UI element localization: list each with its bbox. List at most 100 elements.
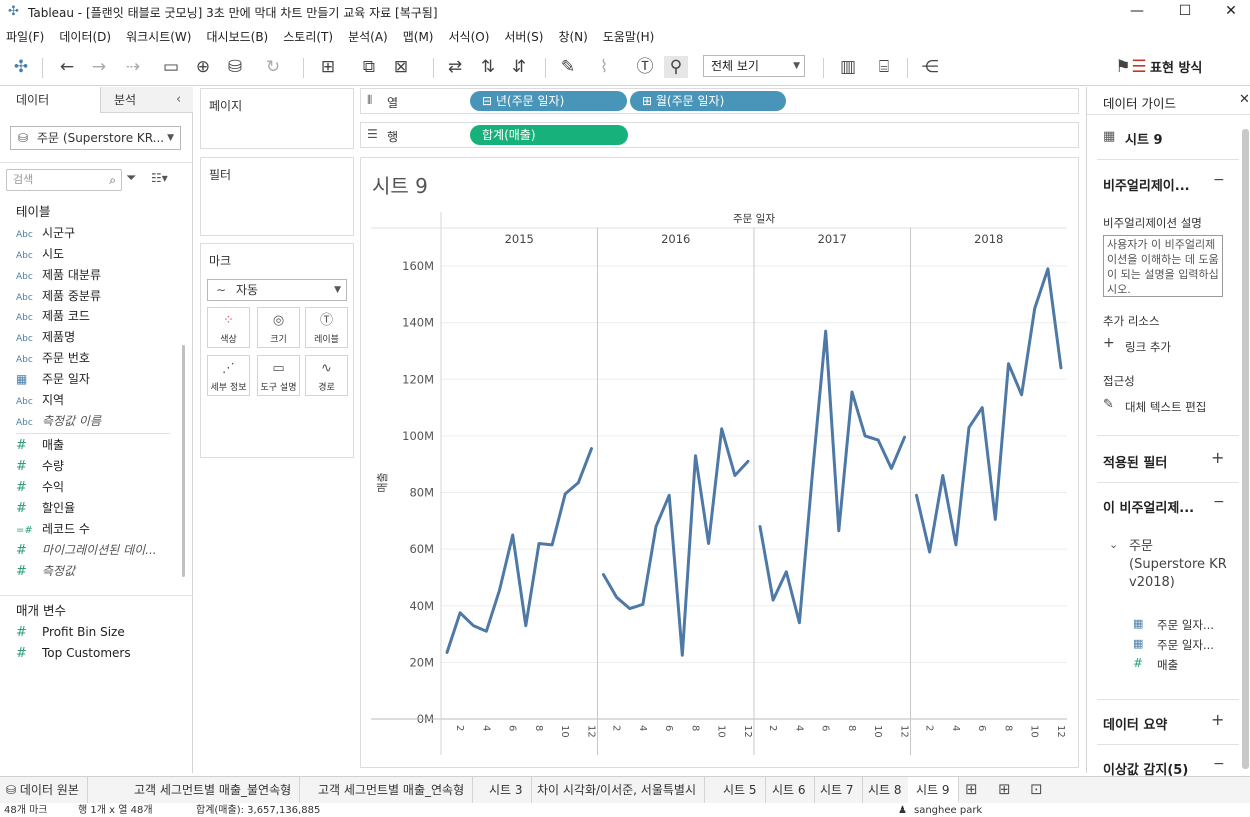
chevron-down-icon[interactable]: ⌄ <box>1109 538 1118 551</box>
scrollbar[interactable] <box>182 345 185 577</box>
data-summary-title[interactable]: 데이터 요약 <box>1103 714 1167 733</box>
field-parameter[interactable]: # Profit Bin Size <box>16 622 125 642</box>
line-chart[interactable]: 주문 일자0M20M40M60M80M100M120M140M160M매출201… <box>361 158 1078 767</box>
viz-description-input[interactable]: 사용자가 이 비주얼리제이션을 이해하는 데 도움이 되는 설명을 입력하십시오… <box>1103 235 1223 297</box>
filter-icon[interactable]: ⏷ <box>126 171 136 186</box>
view-list-icon[interactable]: ☷▾ <box>151 171 168 185</box>
field-dimension[interactable]: Abc 측정값 이름 <box>16 411 101 431</box>
tab-datasource[interactable]: ⛁ 데이터 원본 <box>0 777 88 803</box>
save-icon[interactable]: ▭ <box>160 56 182 78</box>
close-icon[interactable]: ✕ <box>1239 92 1250 107</box>
field-dimension[interactable]: Abc 제품 중분류 <box>16 286 101 306</box>
swap-icon[interactable]: ⇄ <box>444 56 466 78</box>
field-dimension[interactable]: Abc 제품 대분류 <box>16 265 101 285</box>
collapse-pane-icon[interactable]: ‹ <box>176 92 181 107</box>
field-dimension[interactable]: ▦ 주문 일자 <box>16 369 90 389</box>
label-button[interactable]: Ⓣ 레이블 <box>305 307 348 348</box>
new-worksheet-icon[interactable]: ⊞ <box>965 780 978 798</box>
sheet-tab[interactable]: 시트 7 <box>812 777 863 803</box>
field-measure[interactable]: # 수익 <box>16 477 64 497</box>
menu-help[interactable]: 도움말(H) <box>603 28 655 45</box>
month-order-date-pill[interactable]: ⊞ 월(주문 일자) <box>630 91 786 111</box>
field-measure[interactable]: # 할인율 <box>16 498 75 518</box>
sort-ascending-icon[interactable]: ⇅ <box>477 56 499 78</box>
field-dimension[interactable]: Abc 시도 <box>16 244 64 264</box>
tableau-home-icon[interactable]: ✣ <box>10 56 32 78</box>
menu-window[interactable]: 창(N) <box>558 28 587 45</box>
minimize-button[interactable]: — <box>1114 0 1160 24</box>
sort-descending-icon[interactable]: ⇵ <box>508 56 530 78</box>
close-button[interactable]: ✕ <box>1208 0 1250 24</box>
path-button[interactable]: ∿ 경로 <box>305 355 348 396</box>
sum-sales-pill[interactable]: 합계(매출) <box>470 125 628 145</box>
field-dimension[interactable]: Abc 제품명 <box>16 327 75 347</box>
color-button[interactable]: ⁘ 색상 <box>207 307 250 348</box>
field-dimension[interactable]: Abc 주문 번호 <box>16 348 90 368</box>
this-viz-title[interactable]: 이 비주얼리제... <box>1103 497 1194 516</box>
new-dashboard-icon[interactable]: ⊞ <box>998 780 1011 798</box>
field-measure[interactable]: =# 레코드 수 <box>16 519 90 539</box>
applied-filters-title[interactable]: 적용된 필터 <box>1103 452 1167 471</box>
pages-card[interactable]: 페이지 <box>200 88 354 149</box>
sheet-tab[interactable]: 시트 8 <box>860 777 911 803</box>
field-dimension[interactable]: Abc 시군구 <box>16 223 75 243</box>
mark-type-select[interactable]: ∼ 자동 ▼ <box>207 279 347 301</box>
sheet-tab[interactable]: 고객 세그먼트별 매출_연속형 <box>310 777 474 803</box>
datasource-select[interactable]: ⛁ 주문 (Superstore KR... ▼ <box>10 126 181 150</box>
add-link-button[interactable]: 링크 추가 <box>1125 339 1171 355</box>
edit-alt-text-button[interactable]: 대체 텍스트 편집 <box>1125 399 1206 415</box>
undo-icon[interactable]: ← <box>56 56 78 78</box>
tab-data[interactable]: 데이터 <box>0 87 101 113</box>
scrollbar[interactable] <box>1242 129 1249 769</box>
collapse-icon[interactable]: − <box>1213 172 1225 188</box>
sheet-tab-active[interactable]: 시트 9 <box>908 777 959 803</box>
plus-icon[interactable]: + <box>1211 448 1224 467</box>
menu-worksheet[interactable]: 워크시트(W) <box>126 28 191 45</box>
new-datasource-icon[interactable]: ⊕ <box>192 56 214 78</box>
search-input[interactable]: 검색 ⌕ <box>6 169 122 191</box>
chart-options-icon[interactable]: ▥ <box>833 56 863 78</box>
size-button[interactable]: ◎ 크기 <box>257 307 300 348</box>
labels-icon[interactable]: Ⓣ <box>634 56 656 78</box>
replace-data-icon[interactable]: ⇢ <box>118 56 148 78</box>
status-user[interactable]: sanghee park <box>914 804 982 817</box>
field-measure[interactable]: # 마이그레이션된 데이... <box>16 540 157 560</box>
presentation-icon[interactable]: ⌸ <box>873 56 895 78</box>
viz-section-title[interactable]: 비주얼리제이... <box>1103 175 1190 194</box>
highlight-icon[interactable]: ✎ <box>557 56 579 78</box>
pin-icon[interactable]: ⚲ <box>664 56 688 78</box>
menu-file[interactable]: 파일(F) <box>6 28 44 45</box>
show-me-button[interactable]: 표현 방식 <box>1150 57 1202 76</box>
clear-sheet-icon[interactable]: ⊠ <box>389 56 413 78</box>
datasource-icon[interactable]: ⛁ <box>224 56 246 78</box>
menu-data[interactable]: 데이터(D) <box>59 28 111 45</box>
field-measure[interactable]: # 매출 <box>16 435 64 455</box>
filters-card[interactable]: 필터 <box>200 157 354 236</box>
sheet-tab[interactable]: 고객 세그먼트별 매출_불연속형 <box>126 777 301 803</box>
menu-dashboard[interactable]: 대시보드(B) <box>206 28 268 45</box>
new-worksheet-icon[interactable]: ⊞ <box>316 56 340 78</box>
sheet-tab[interactable]: 시트 6 <box>764 777 815 803</box>
menu-analysis[interactable]: 분석(A) <box>348 28 388 45</box>
field-parameter[interactable]: # Top Customers <box>16 643 131 663</box>
detail-button[interactable]: ⋰ 세부 정보 <box>207 355 250 396</box>
fit-view-select[interactable]: 전체 보기 ▼ <box>703 55 805 77</box>
new-story-icon[interactable]: ⊡ <box>1030 780 1043 798</box>
share-icon[interactable]: ⋲ <box>919 56 941 78</box>
maximize-button[interactable]: ☐ <box>1162 0 1208 24</box>
field-dimension[interactable]: Abc 제품 코드 <box>16 306 90 326</box>
tooltip-button[interactable]: ▭ 도구 설명 <box>257 355 300 396</box>
menu-format[interactable]: 서식(O) <box>449 28 490 45</box>
sheet-tab[interactable]: 시트 3 <box>481 777 532 803</box>
menu-server[interactable]: 서버(S) <box>504 28 543 45</box>
attach-icon[interactable]: ⌇ <box>595 56 613 78</box>
field-dimension[interactable]: Abc 지역 <box>16 390 64 410</box>
menu-map[interactable]: 맵(M) <box>403 28 434 45</box>
sheet-tab[interactable]: 차이 시각화/이서준, 서울특별시 <box>529 777 706 803</box>
redo-icon[interactable]: → <box>88 56 110 78</box>
menu-story[interactable]: 스토리(T) <box>283 28 333 45</box>
duplicate-sheet-icon[interactable]: ⧉ <box>358 56 380 78</box>
rows-shelf[interactable]: ☰ 행 <box>360 122 1079 148</box>
collapse-icon[interactable]: − <box>1213 494 1225 510</box>
year-order-date-pill[interactable]: ⊟ 년(주문 일자) <box>470 91 627 111</box>
